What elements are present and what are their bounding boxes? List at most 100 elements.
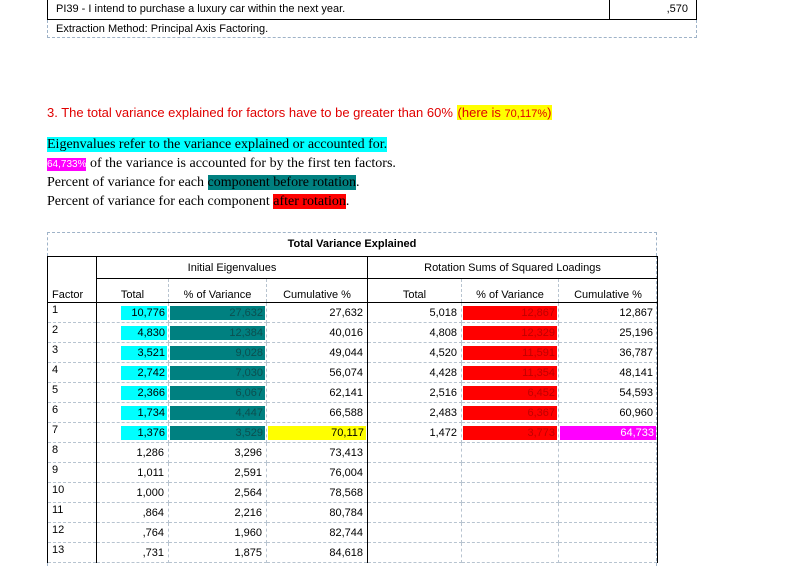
cell-total: 1,000 [96,482,169,503]
cell-value: 64,733 [560,425,656,440]
cell-value: 10 [52,484,65,496]
cell-value: 2,591 [234,466,262,479]
cell-total: ,864 [96,502,169,523]
before-rotation-highlight: component before rotation [207,175,357,190]
table-body: 1 10,776 27,632 27,632 5,018 12,867 12,867 2 4,8… [47,302,658,563]
item-label: PI39 - I intend to purchase a luxury car… [56,3,346,15]
cell-r-pct: 6,452 [461,382,559,403]
variance-text: of the variance is accounted for by the … [86,156,396,171]
cell-value: 2,483 [429,406,457,419]
cell-cum: 66,588 [266,402,368,423]
cell-value: 73,413 [329,446,363,459]
explanation-line-3: Percent of variance for each component b… [47,175,360,191]
cell-value: 2,216 [234,506,262,519]
cell-value: 1,472 [429,426,457,439]
cell-r-total: 4,520 [367,342,462,363]
factor-header-spacer [47,256,97,279]
cell-value: 78,568 [329,486,363,499]
cell-r-cum: 54,593 [558,382,658,403]
table-row: 4 2,742 7,030 56,074 4,428 11,354 48,141 [47,362,658,383]
total-variance-table: Initial Eigenvalues Rotation Sums of Squ… [47,256,658,563]
table-row: 13 ,731 1,875 84,618 [47,542,658,563]
cell-cum: 80,784 [266,502,368,523]
cell-r-cum [558,542,658,563]
cell-value: 6,452 [463,385,557,400]
cell-value: 1,286 [136,446,164,459]
cell-cum: 82,744 [266,522,368,543]
cell-factor: 8 [47,442,97,463]
cell-value: ,731 [142,546,164,559]
variance-highlight: 64,733% [47,158,87,171]
cell-pct: 1,960 [168,522,267,543]
cell-value: 12,384 [170,325,265,340]
period: . [345,194,350,209]
table-row: 9 1,011 2,591 76,004 [47,462,658,483]
cell-value: 36,787 [619,346,653,359]
cell-pct: 2,564 [168,482,267,503]
cell-factor: 4 [47,362,97,383]
cell-cum: 70,117 [266,422,368,443]
cell-total: 2,742 [96,362,169,383]
note-total-variance: 3. The total variance explained for fact… [47,105,553,120]
cell-value: 4,830 [121,325,167,340]
cell-factor: 12 [47,522,97,543]
cell-pct: 4,447 [168,402,267,423]
cell-cum: 73,413 [266,442,368,463]
period: . [356,175,360,190]
cell-pct: 3,296 [168,442,267,463]
note-highlight-text: (here is [457,105,505,120]
cell-value: 6,067 [170,385,265,400]
cell-r-total: 2,516 [367,382,462,403]
cell-pct: 2,591 [168,462,267,483]
cell-value: 3,296 [234,446,262,459]
cell-value: 48,141 [619,366,653,379]
cell-value: 82,744 [329,526,363,539]
cell-r-cum: 12,867 [558,302,658,323]
cell-value: 13 [52,544,65,556]
col-rot-cumulative: Cumulative % [558,278,658,303]
cell-value: 12,867 [619,306,653,319]
cell-total: 2,366 [96,382,169,403]
col-pct-variance: % of Variance [168,278,267,303]
table-row: PI39 - I intend to purchase a luxury car… [47,0,697,20]
cell-value: 49,044 [329,346,363,359]
cell-pct: 12,384 [168,322,267,343]
cell-value: 40,016 [329,326,363,339]
col-total: Total [96,278,169,303]
explanation-line-4: Percent of variance for each component a… [47,194,349,210]
col-cumulative: Cumulative % [266,278,368,303]
cell-value: 9,028 [170,345,265,360]
cell-r-pct [461,502,559,523]
cell-r-pct: 12,867 [461,302,559,323]
cell-value: 6 [52,404,59,416]
cell-value: 4,447 [170,405,265,420]
cell-value: 3,773 [463,425,557,440]
cell-total: 1,734 [96,402,169,423]
cell-cum: 76,004 [266,462,368,483]
cell-r-pct [461,442,559,463]
cell-value: 76,004 [329,466,363,479]
cell-cum: 62,141 [266,382,368,403]
cell-value: 1,960 [234,526,262,539]
table-column-header: Factor Total % of Variance Cumulative % … [47,278,658,303]
cell-value: 84,618 [329,546,363,559]
cell-cum: 78,568 [266,482,368,503]
after-rotation-text: Percent of variance for each component [47,194,274,209]
cell-r-total: 4,808 [367,322,462,343]
cell-value: 6,367 [463,405,557,420]
cell-value: 25,196 [619,326,653,339]
cell-r-cum: 64,733 [558,422,658,443]
cell-r-total [367,482,462,503]
cell-pct: 27,632 [168,302,267,323]
cell-value: 1,011 [137,466,164,479]
cell-value: 4,428 [429,366,457,379]
cell-cum: 27,632 [266,302,368,323]
cell-value: 3 [52,344,59,356]
cell-r-cum: 60,960 [558,402,658,423]
cell-r-total [367,462,462,483]
cell-value: 2,742 [121,365,167,380]
group-initial-eigenvalues: Initial Eigenvalues [96,256,368,279]
explanation-line-1: Eigenvalues refer to the variance explai… [47,137,388,153]
cell-factor: 3 [47,342,97,363]
cell-value: 27,632 [170,305,265,320]
